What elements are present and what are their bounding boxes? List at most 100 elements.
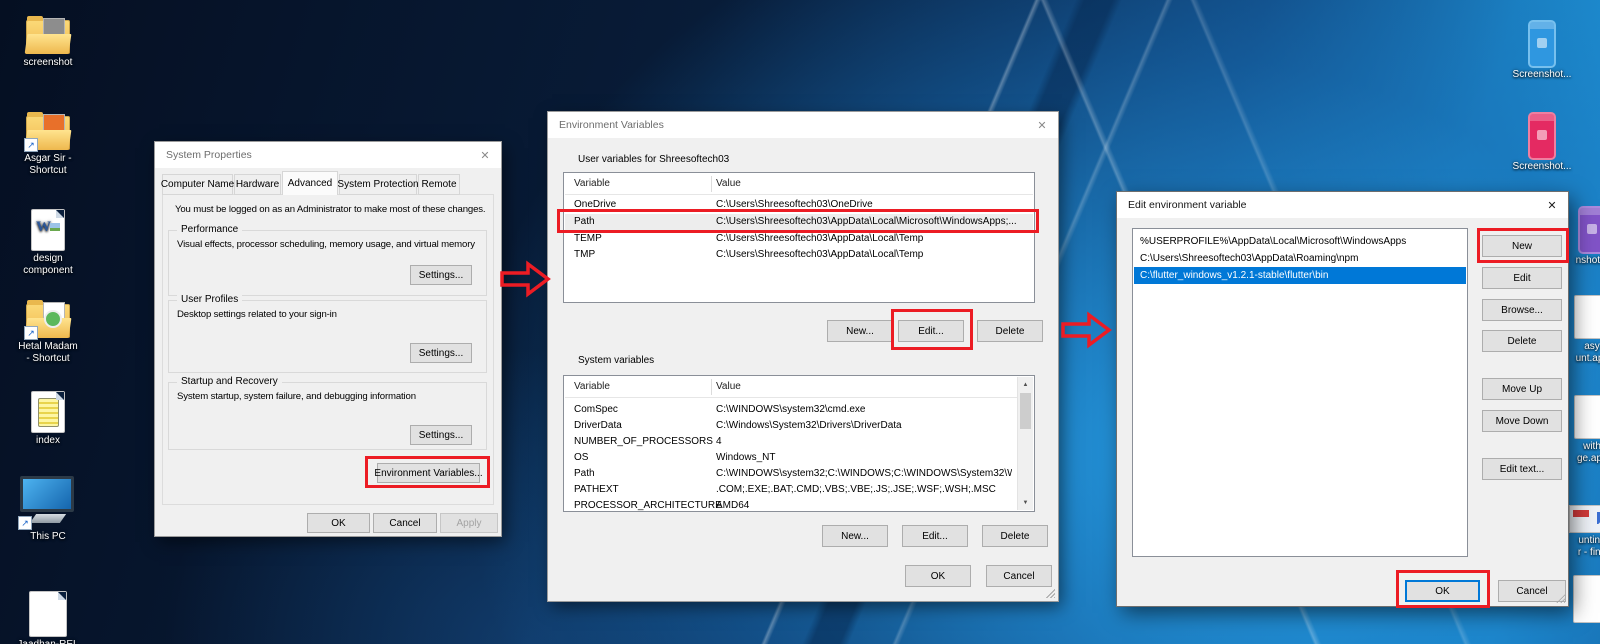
phone-screenshot-icon — [1530, 22, 1554, 66]
ok-button[interactable]: OK — [905, 565, 971, 587]
group-label: Startup and Recovery — [177, 376, 282, 387]
scrollbar-thumb[interactable] — [1020, 393, 1031, 429]
user-delete-button[interactable]: Delete — [977, 320, 1043, 342]
group-description: Visual effects, processor scheduling, me… — [177, 239, 475, 250]
user-profiles-settings-button[interactable]: Settings... — [410, 343, 472, 363]
icon-label: design — [8, 253, 88, 265]
system-edit-button[interactable]: Edit... — [902, 525, 968, 547]
table-row[interactable]: DriverData C:\Windows\System32\Drivers\D… — [565, 418, 1017, 434]
cell-value: C:\WINDOWS\system32\cmd.exe — [716, 404, 1012, 415]
tab-computer-name[interactable]: Computer Name — [162, 174, 233, 195]
apk-file-icon — [1575, 396, 1600, 438]
file-icon — [30, 592, 66, 636]
desktop-icon-design-component[interactable]: W design component — [8, 210, 88, 277]
phone-screenshot-icon — [1580, 208, 1600, 252]
folder-icon — [26, 20, 70, 54]
tab-system-protection[interactable]: System Protection — [339, 174, 417, 195]
image-file-icon — [1570, 506, 1600, 532]
edit-button[interactable]: Edit — [1482, 267, 1562, 289]
icon-label: Screenshot... — [1502, 161, 1582, 173]
user-new-button[interactable]: New... — [827, 320, 893, 342]
desktop-icon-screenshot-pink[interactable]: Screenshot... — [1502, 114, 1582, 173]
user-variables-label: User variables for Shreesoftech03 — [578, 154, 729, 165]
group-label: Performance — [177, 224, 242, 235]
column-divider[interactable] — [711, 379, 712, 395]
environment-variables-window: Environment Variables ✕ User variables f… — [548, 112, 1058, 601]
tab-hardware[interactable]: Hardware — [234, 174, 281, 195]
performance-settings-button[interactable]: Settings... — [410, 265, 472, 285]
titlebar[interactable]: System Properties ✕ — [155, 142, 501, 168]
cell-variable: NUMBER_OF_PROCESSORS — [574, 436, 713, 447]
cell-variable: DriverData — [574, 420, 622, 431]
table-row[interactable]: TMP C:\Users\Shreesoftech03\AppData\Loca… — [565, 247, 1033, 263]
cell-variable: PATHEXT — [574, 484, 619, 495]
table-row[interactable]: TEMP C:\Users\Shreesoftech03\AppData\Loc… — [565, 231, 1033, 247]
column-header-value[interactable]: Value — [716, 381, 741, 392]
ok-button[interactable]: OK — [307, 513, 370, 533]
desktop-icon-screenshot-blue[interactable]: Screenshot... — [1502, 22, 1582, 81]
shortcut-arrow-icon: ↗ — [25, 139, 37, 151]
list-item[interactable]: C:\Users\Shreesoftech03\AppData\Roaming\… — [1134, 250, 1466, 267]
titlebar[interactable]: Edit environment variable ✕ — [1117, 192, 1568, 218]
highlight-path-row — [557, 209, 1039, 233]
desktop-icon-screenshot[interactable]: screenshot — [8, 20, 88, 69]
system-variables-label: System variables — [578, 355, 654, 366]
tab-advanced[interactable]: Advanced — [282, 171, 338, 195]
close-icon[interactable]: ✕ — [469, 142, 501, 168]
system-variables-table[interactable]: Variable Value ComSpec C:\WINDOWS\system… — [563, 375, 1035, 512]
column-header-variable[interactable]: Variable — [574, 381, 610, 392]
desktop-icon-index[interactable]: index — [8, 392, 88, 447]
column-header-variable[interactable]: Variable — [574, 178, 610, 189]
scroll-down-icon[interactable]: ▼ — [1018, 495, 1033, 510]
scroll-up-icon[interactable]: ▲ — [1018, 377, 1033, 392]
move-up-button[interactable]: Move Up — [1482, 378, 1562, 400]
tab-remote[interactable]: Remote — [418, 174, 460, 195]
desktop-icon-jaadhan-rel[interactable]: Jaadhan-REL — [8, 592, 88, 644]
cancel-button[interactable]: Cancel — [373, 513, 437, 533]
resize-grip[interactable] — [1555, 593, 1565, 603]
shortcut-arrow-icon: ↗ — [19, 517, 31, 529]
this-pc-icon: ↗ — [20, 476, 76, 528]
phone-screenshot-icon — [1530, 114, 1554, 158]
table-row[interactable]: NUMBER_OF_PROCESSORS 4 — [565, 434, 1017, 450]
path-entries-listbox[interactable]: %USERPROFILE%\AppData\Local\Microsoft\Wi… — [1132, 228, 1468, 557]
titlebar[interactable]: Environment Variables ✕ — [548, 112, 1058, 138]
move-down-button[interactable]: Move Down — [1482, 410, 1562, 432]
close-icon[interactable]: ✕ — [1026, 112, 1058, 138]
script-file-icon — [32, 392, 64, 432]
list-item-selected-flutter-bin[interactable]: C:\flutter_windows_v1.2.1-stable\flutter… — [1134, 267, 1466, 284]
startup-settings-button[interactable]: Settings... — [410, 425, 472, 445]
table-row[interactable]: PROCESSOR_ARCHITECTURE AMD64 — [565, 498, 1017, 514]
header-divider — [565, 194, 1033, 195]
column-divider[interactable] — [711, 176, 712, 192]
table-row[interactable]: Path C:\WINDOWS\system32;C:\WINDOWS;C:\W… — [565, 466, 1017, 482]
list-item[interactable]: %USERPROFILE%\AppData\Local\Microsoft\Wi… — [1134, 233, 1466, 250]
folder-shortcut-icon: ↗ — [26, 304, 70, 338]
browse-button[interactable]: Browse... — [1482, 299, 1562, 321]
red-arrow-icon — [499, 260, 551, 298]
column-header-value[interactable]: Value — [716, 178, 741, 189]
desktop-icon-asgar-sir-shortcut[interactable]: ↗ Asgar Sir - Shortcut — [8, 116, 88, 177]
icon-label: Asgar Sir - — [8, 153, 88, 165]
delete-button[interactable]: Delete — [1482, 330, 1562, 352]
cell-value: Windows_NT — [716, 452, 1012, 463]
user-variables-table[interactable]: Variable Value OneDrive C:\Users\Shreeso… — [563, 172, 1035, 303]
table-row[interactable]: PATHEXT .COM;.EXE;.BAT;.CMD;.VBS;.VBE;.J… — [565, 482, 1017, 498]
system-new-button[interactable]: New... — [822, 525, 888, 547]
desktop-icon-hetal-madam-shortcut[interactable]: ↗ Hetal Madam - Shortcut — [8, 304, 88, 365]
apply-button[interactable]: Apply — [440, 513, 498, 533]
resize-grip[interactable] — [1045, 588, 1055, 598]
window-title: Edit environment variable — [1128, 199, 1246, 211]
header-divider — [565, 397, 1033, 398]
word-document-icon: W — [32, 210, 64, 250]
desktop-icon-this-pc[interactable]: ↗ This PC — [8, 470, 88, 543]
system-delete-button[interactable]: Delete — [982, 525, 1048, 547]
group-label: User Profiles — [177, 294, 242, 305]
close-icon[interactable]: ✕ — [1536, 192, 1568, 218]
cancel-button[interactable]: Cancel — [986, 565, 1052, 587]
table-row[interactable]: OS Windows_NT — [565, 450, 1017, 466]
table-row[interactable]: ComSpec C:\WINDOWS\system32\cmd.exe — [565, 402, 1017, 418]
vertical-scrollbar[interactable]: ▲ ▼ — [1017, 377, 1033, 510]
icon-label: screenshot — [8, 57, 88, 69]
edit-text-button[interactable]: Edit text... — [1482, 458, 1562, 480]
